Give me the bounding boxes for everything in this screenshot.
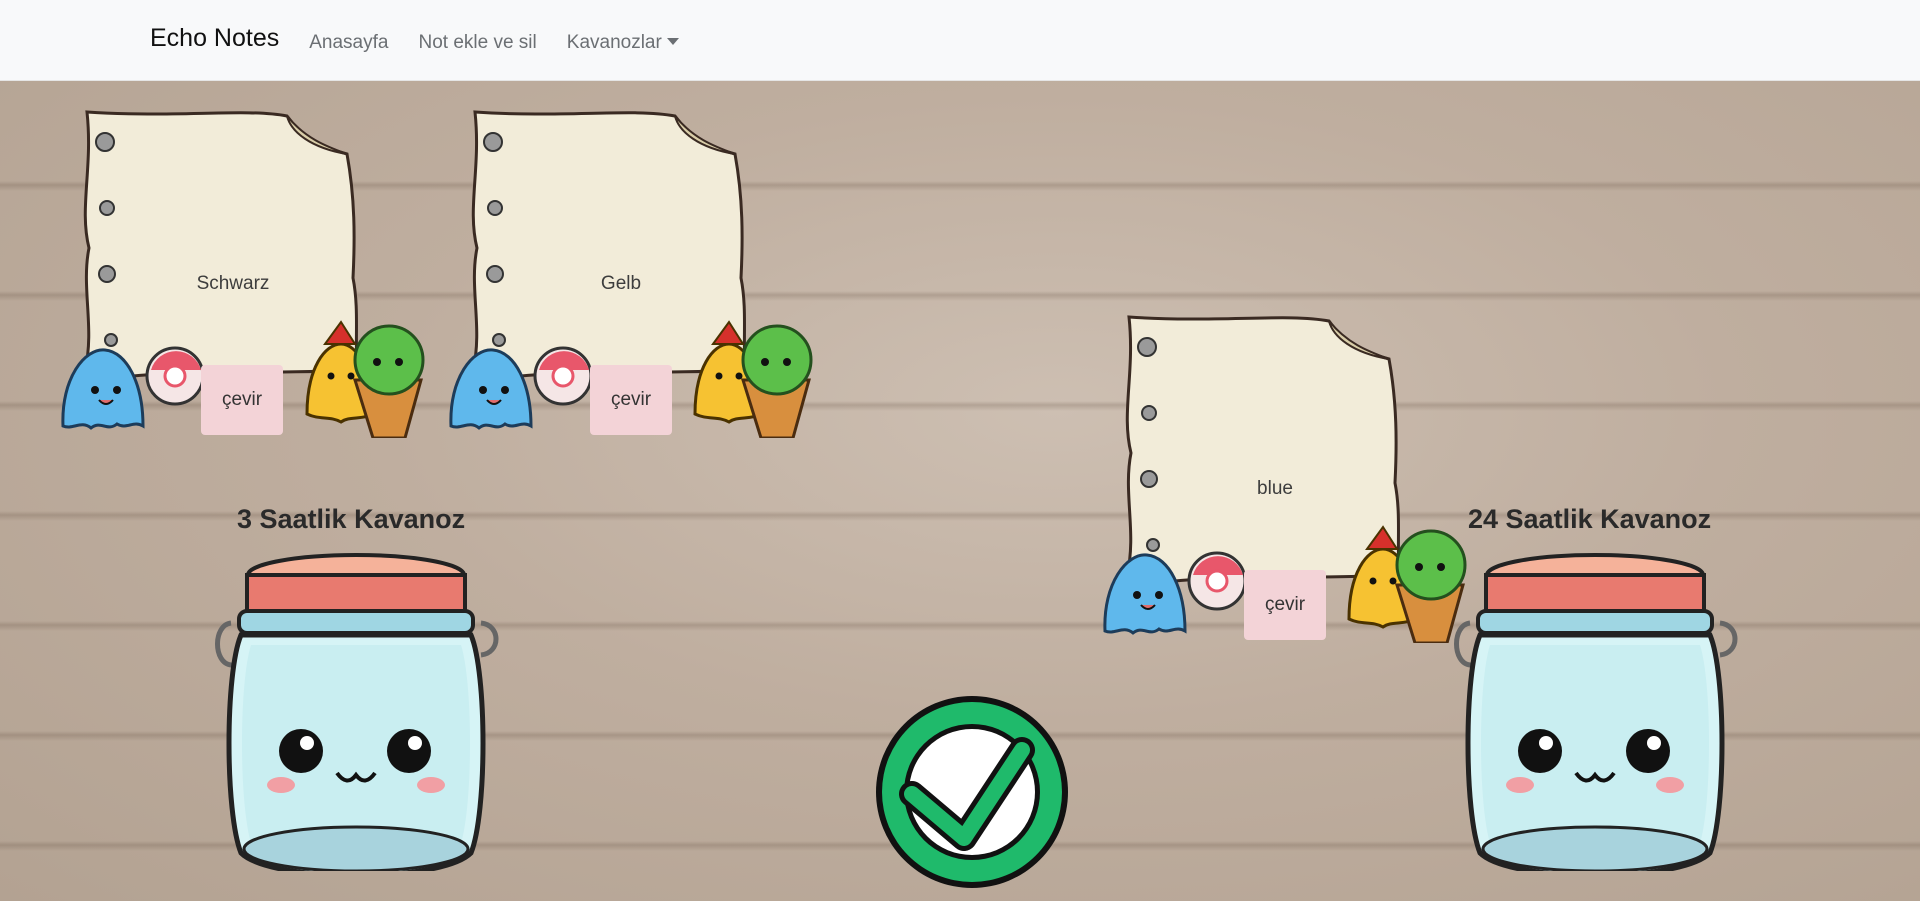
note-text: Schwarz	[196, 273, 270, 294]
flip-button-1[interactable]: çevir	[201, 365, 283, 435]
brand-link[interactable]: Echo Notes	[150, 24, 279, 53]
chevron-down-icon	[666, 38, 679, 45]
nav-dropdown-label: Kavanozlar	[566, 32, 662, 53]
flip-button-2[interactable]: çevir	[590, 365, 672, 435]
jar-icon[interactable]	[1450, 553, 1742, 871]
note-text: blue	[1257, 478, 1293, 499]
jar-title-3h: 3 Saatlik Kavanoz	[237, 504, 466, 534]
jar-title-24h: 24 Saatlik Kavanoz	[1468, 504, 1712, 534]
nav-link-add-note[interactable]: Not ekle ve sil	[418, 32, 536, 54]
flip-button-3[interactable]: çevir	[1244, 570, 1326, 640]
navbar: Echo Notes Anasayfa Not ekle ve sil Kava…	[0, 0, 1920, 81]
check-circle-icon[interactable]	[868, 688, 1076, 896]
nav-dropdown-jars[interactable]: Kavanozlar	[567, 32, 679, 54]
note-text: Gelb	[600, 273, 642, 294]
jar-icon[interactable]	[211, 553, 503, 871]
nav-link-home[interactable]: Anasayfa	[309, 32, 388, 54]
